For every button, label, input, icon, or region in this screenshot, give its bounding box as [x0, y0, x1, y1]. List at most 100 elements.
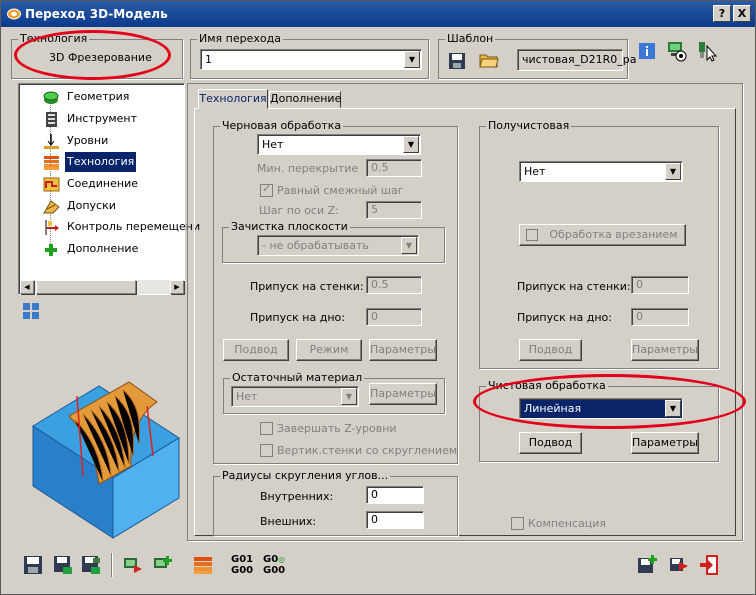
g00b-label: G00: [263, 565, 286, 576]
tree-item-tool[interactable]: Инструмент: [19, 109, 187, 130]
tree-item-label: Соединение: [67, 177, 139, 190]
tab-addition[interactable]: Дополнение: [269, 91, 341, 108]
tree-item-connection[interactable]: Соединение: [19, 174, 187, 195]
rough-mode-combo[interactable]: Нет ▼: [257, 134, 421, 155]
dialog-window: Переход 3D-Модель ? X Технология 3D Фрез…: [0, 0, 756, 595]
rough-mode-button[interactable]: Режим: [296, 339, 362, 361]
rest-params-button[interactable]: Параметры: [369, 383, 437, 405]
template-group: Шаблон чистовая_D21R0_ра: [438, 32, 637, 79]
tab-label: Технология: [199, 92, 267, 105]
rough-bottom-allowance-field[interactable]: 0: [366, 308, 422, 326]
chevron-down-icon[interactable]: ▼: [665, 163, 681, 180]
tree-item-label: Допуски: [67, 199, 116, 212]
chevron-down-icon[interactable]: ▼: [403, 136, 419, 153]
z-step-label: Шаг по оси Z:: [259, 204, 339, 217]
semi-finish-value: Нет: [524, 165, 546, 178]
rest-material-value: Нет: [236, 390, 258, 403]
chevron-down-icon[interactable]: ▼: [341, 388, 357, 405]
transition-name-value: 1: [205, 53, 212, 66]
open-folder-icon[interactable]: [479, 51, 499, 69]
save-icon[interactable]: [23, 555, 43, 575]
plunge-checkbox[interactable]: [526, 229, 538, 241]
info-icon[interactable]: [639, 43, 655, 59]
chevron-down-icon[interactable]: ▼: [401, 237, 417, 254]
tree-item-label: Инструмент: [67, 112, 138, 125]
template-label: Шаблон: [445, 32, 496, 45]
min-overlap-field[interactable]: 0.5: [366, 159, 422, 177]
export-red-icon[interactable]: [123, 555, 143, 575]
g0-g00-button[interactable]: G0◎ G00: [263, 554, 285, 576]
outer-radius-label: Внешних:: [260, 515, 317, 528]
geometry-icon: [43, 91, 59, 104]
title-bar[interactable]: Переход 3D-Модель ? X: [1, 1, 755, 27]
settings-tree: Геометрия Инструмент Уровни Технология С…: [18, 83, 200, 295]
semi-bottom-allowance-label: Припуск на дно:: [517, 311, 612, 324]
tolerances-icon: [43, 200, 60, 214]
tool-icon: [46, 112, 57, 127]
tree-item-label: Геометрия: [67, 90, 130, 103]
scroll-left-arrow[interactable]: ◀: [20, 280, 34, 294]
transition-name-combo[interactable]: 1 ▼: [200, 49, 422, 70]
save-add-icon[interactable]: [637, 555, 657, 575]
tree-item-addition[interactable]: Дополнение: [19, 239, 187, 260]
chevron-down-icon[interactable]: ▼: [404, 51, 420, 68]
finish-approach-button[interactable]: Подвод: [519, 432, 582, 454]
pointer-tool-icon[interactable]: [697, 40, 719, 62]
grid-view-icon[interactable]: [22, 302, 40, 320]
close-button[interactable]: X: [733, 5, 751, 22]
tree-scrollbar[interactable]: ◀ ▶: [20, 280, 184, 294]
min-overlap-label: Мин. перекрытие: [257, 162, 359, 175]
semi-finish-combo[interactable]: Нет ▼: [519, 161, 683, 182]
equal-step-checkbox[interactable]: Равный смежный шаг: [260, 182, 404, 197]
tree-item-technology[interactable]: Технология: [19, 152, 187, 173]
tree-item-levels[interactable]: Уровни: [19, 131, 187, 152]
tree-item-geometry[interactable]: Геометрия: [19, 87, 187, 108]
compensation-checkbox[interactable]: Компенсация: [511, 517, 606, 530]
tree-item-movement-control[interactable]: Контроль перемещени: [19, 217, 200, 238]
save-template-icon[interactable]: [448, 52, 466, 70]
plunge-label: Обработка врезанием: [549, 228, 678, 241]
inner-radius-label: Внутренних:: [260, 490, 334, 503]
rough-approach-button[interactable]: Подвод: [223, 339, 289, 361]
semi-params-button[interactable]: Параметры: [631, 339, 699, 361]
save-copy-icon[interactable]: [53, 555, 73, 575]
help-button[interactable]: ?: [713, 5, 731, 22]
z-step-field[interactable]: 5: [366, 201, 422, 219]
g01-g00-button[interactable]: G01 G00: [231, 554, 253, 576]
chevron-down-icon[interactable]: ▼: [665, 400, 681, 417]
tree-item-label: Уровни: [67, 134, 109, 147]
plane-cleanup-combo[interactable]: - не обрабатывать ▼: [257, 235, 419, 256]
finish-mode-combo[interactable]: Линейная ▼: [519, 398, 683, 419]
outer-radius-field[interactable]: 0: [366, 511, 424, 529]
semi-wall-allowance-field[interactable]: 0: [631, 276, 689, 294]
semi-approach-button[interactable]: Подвод: [519, 339, 582, 361]
rest-material-combo[interactable]: Нет ▼: [231, 386, 359, 407]
model-preview: [32, 381, 180, 539]
connection-icon: [43, 177, 60, 192]
add-transition-icon[interactable]: [153, 555, 173, 575]
semi-wall-allowance-label: Припуск на стенки:: [517, 280, 631, 293]
tree-item-tolerances[interactable]: Допуски: [19, 196, 187, 217]
technology-group-label: Технология: [18, 32, 90, 45]
tree-item-label: Технология: [65, 152, 137, 172]
network-view-icon[interactable]: [665, 40, 687, 62]
semi-bottom-allowance-field[interactable]: 0: [631, 308, 689, 326]
finish-z-levels-checkbox[interactable]: Завершать Z-уровни: [260, 422, 397, 435]
tab-technology[interactable]: Технология: [198, 89, 268, 109]
export-icon[interactable]: [669, 555, 689, 575]
transition-name-label: Имя перехода: [197, 32, 283, 45]
rough-wall-allowance-field[interactable]: 0.5: [366, 276, 422, 294]
template-field[interactable]: чистовая_D21R0_ра: [517, 49, 637, 71]
rough-params-button[interactable]: Параметры: [369, 339, 437, 361]
technology-layers-icon[interactable]: [193, 555, 213, 575]
inner-radius-field[interactable]: 0: [366, 486, 424, 504]
technology-icon: [44, 156, 59, 170]
scroll-thumb[interactable]: [36, 280, 136, 294]
exit-icon[interactable]: [699, 555, 719, 575]
save-all-icon[interactable]: [81, 555, 101, 575]
scroll-right-arrow[interactable]: ▶: [170, 280, 184, 294]
technology-group: Технология 3D Фрезерование: [11, 32, 183, 79]
vertical-walls-checkbox[interactable]: Вертик.стенки со скруглением: [260, 444, 457, 457]
plunge-button[interactable]: Обработка врезанием: [519, 224, 686, 246]
finish-params-button[interactable]: Параметры: [631, 432, 699, 454]
